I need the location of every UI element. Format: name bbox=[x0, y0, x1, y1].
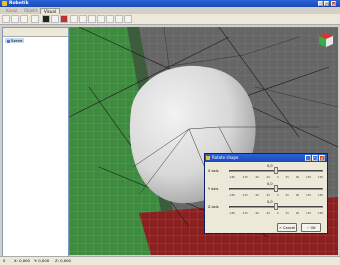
toolbar-button-5[interactable] bbox=[42, 15, 50, 23]
tick-label: 180 bbox=[318, 176, 323, 179]
z-axis-row: 0,0 Z axis -180 -135 -90 -45 0 45 90 135 180 bbox=[207, 200, 327, 217]
title-bar: Robotik _ □ × bbox=[0, 0, 340, 7]
close-button[interactable]: × bbox=[331, 1, 336, 7]
toolbar-button-2[interactable] bbox=[11, 15, 19, 23]
tick-label: 135 bbox=[306, 176, 312, 179]
maximize-button[interactable]: □ bbox=[324, 1, 329, 7]
rotate-shape-dialog: Rotate shape _ □ × 0,0 X axis -180 -135 -9… bbox=[204, 153, 328, 234]
dialog-icon bbox=[206, 156, 210, 160]
toolbar-button-13[interactable] bbox=[115, 15, 123, 23]
status-field-y: Y: 0,000 bbox=[34, 258, 50, 263]
x-axis-row: 0,0 X axis -180 -135 -90 -45 0 45 90 135 180 bbox=[207, 164, 327, 181]
toolbar-button-12[interactable] bbox=[106, 15, 114, 23]
scene-tree-item[interactable]: Szene bbox=[5, 38, 25, 43]
y-axis-label: Y axis bbox=[208, 187, 219, 191]
tick-label: -135 bbox=[241, 212, 248, 215]
ok-button[interactable]: ✓ OK bbox=[301, 223, 321, 232]
minimize-button[interactable]: _ bbox=[318, 1, 323, 7]
toolbar-button-8[interactable] bbox=[70, 15, 78, 23]
ok-icon: ✓ bbox=[306, 226, 310, 230]
tick-label: 0 bbox=[277, 212, 279, 215]
x-axis-label: X axis bbox=[208, 169, 219, 173]
cancel-button[interactable]: ✕ Cancel bbox=[277, 223, 297, 232]
z-axis-label: Z axis bbox=[208, 205, 219, 209]
tick-label: -45 bbox=[265, 176, 271, 179]
y-axis-ticks: -180 -135 -90 -45 0 45 90 135 180 bbox=[229, 194, 323, 198]
cancel-icon: ✕ bbox=[278, 226, 282, 230]
scene-tree-label: Szene bbox=[11, 38, 23, 43]
x-axis-value: 0,0 bbox=[267, 164, 273, 168]
dialog-minimize-button[interactable]: _ bbox=[305, 155, 311, 161]
tick-label: -45 bbox=[265, 212, 271, 215]
tick-label: 45 bbox=[285, 176, 289, 179]
y-axis-row: 0,0 Y axis -180 -135 -90 -45 0 45 90 135 180 bbox=[207, 182, 327, 199]
toolbar-button-10[interactable] bbox=[88, 15, 96, 23]
z-axis-slider[interactable] bbox=[274, 203, 278, 210]
tick-label: -135 bbox=[241, 194, 248, 197]
tick-label: -180 bbox=[229, 194, 235, 197]
toolbar-button-14[interactable] bbox=[124, 15, 132, 23]
scene-icon bbox=[7, 39, 10, 43]
status-field-1: 0 bbox=[3, 258, 6, 263]
tick-label: -90 bbox=[254, 194, 259, 197]
x-axis-ticks: -180 -135 -90 -45 0 45 90 135 180 bbox=[229, 176, 323, 180]
tick-label: -45 bbox=[265, 194, 271, 197]
tick-label: 45 bbox=[285, 194, 289, 197]
tick-label: 180 bbox=[318, 194, 323, 197]
tick-label: -90 bbox=[254, 212, 259, 215]
tab-strip: Kanal Objekt Visual bbox=[0, 7, 340, 15]
app-icon bbox=[2, 1, 7, 6]
tick-label: -180 bbox=[229, 176, 235, 179]
dialog-title-bar: Rotate shape _ □ × bbox=[205, 154, 327, 162]
tick-label: 90 bbox=[295, 176, 300, 179]
tick-label: 90 bbox=[295, 212, 300, 215]
tick-label: 135 bbox=[306, 194, 312, 197]
tick-label: -180 bbox=[229, 212, 235, 215]
toolbar-button-4[interactable] bbox=[31, 15, 39, 23]
toolbar-button-3[interactable] bbox=[20, 15, 28, 23]
status-field-x: X: 0,000 bbox=[14, 258, 30, 263]
toolbar-button-6[interactable] bbox=[51, 15, 59, 23]
dialog-maximize-button[interactable]: □ bbox=[312, 155, 318, 161]
tick-label: 45 bbox=[285, 212, 289, 215]
tick-label: 0 bbox=[277, 194, 279, 197]
tick-label: -135 bbox=[241, 176, 248, 179]
toolbar-button-7[interactable] bbox=[60, 15, 68, 23]
tick-label: 0 bbox=[277, 176, 279, 179]
scene-tree-header bbox=[3, 28, 68, 37]
tick-label: 90 bbox=[295, 194, 300, 197]
status-field-z: Z: 0,000 bbox=[55, 258, 71, 263]
z-axis-ticks: -180 -135 -90 -45 0 45 90 135 180 bbox=[229, 212, 323, 216]
tick-label: 180 bbox=[318, 212, 323, 215]
ok-label: OK bbox=[310, 226, 316, 230]
tick-label: 135 bbox=[306, 212, 312, 215]
dialog-close-button[interactable]: × bbox=[319, 155, 325, 161]
tick-label: -90 bbox=[254, 176, 259, 179]
dialog-title: Rotate shape bbox=[212, 155, 239, 160]
toolbar-button-1[interactable] bbox=[2, 15, 10, 23]
x-axis-slider[interactable] bbox=[274, 167, 278, 174]
toolbar bbox=[0, 14, 340, 25]
window-title: Robotik bbox=[9, 1, 29, 6]
toolbar-button-9[interactable] bbox=[79, 15, 87, 23]
scene-tree-panel: Szene bbox=[2, 27, 69, 257]
toolbar-button-11[interactable] bbox=[97, 15, 105, 23]
y-axis-slider[interactable] bbox=[274, 185, 278, 192]
cancel-label: Cancel bbox=[282, 226, 296, 230]
axis-gizmo-icon bbox=[319, 33, 333, 47]
z-axis-value: 0,0 bbox=[267, 200, 273, 204]
y-axis-value: 0,0 bbox=[267, 182, 273, 186]
